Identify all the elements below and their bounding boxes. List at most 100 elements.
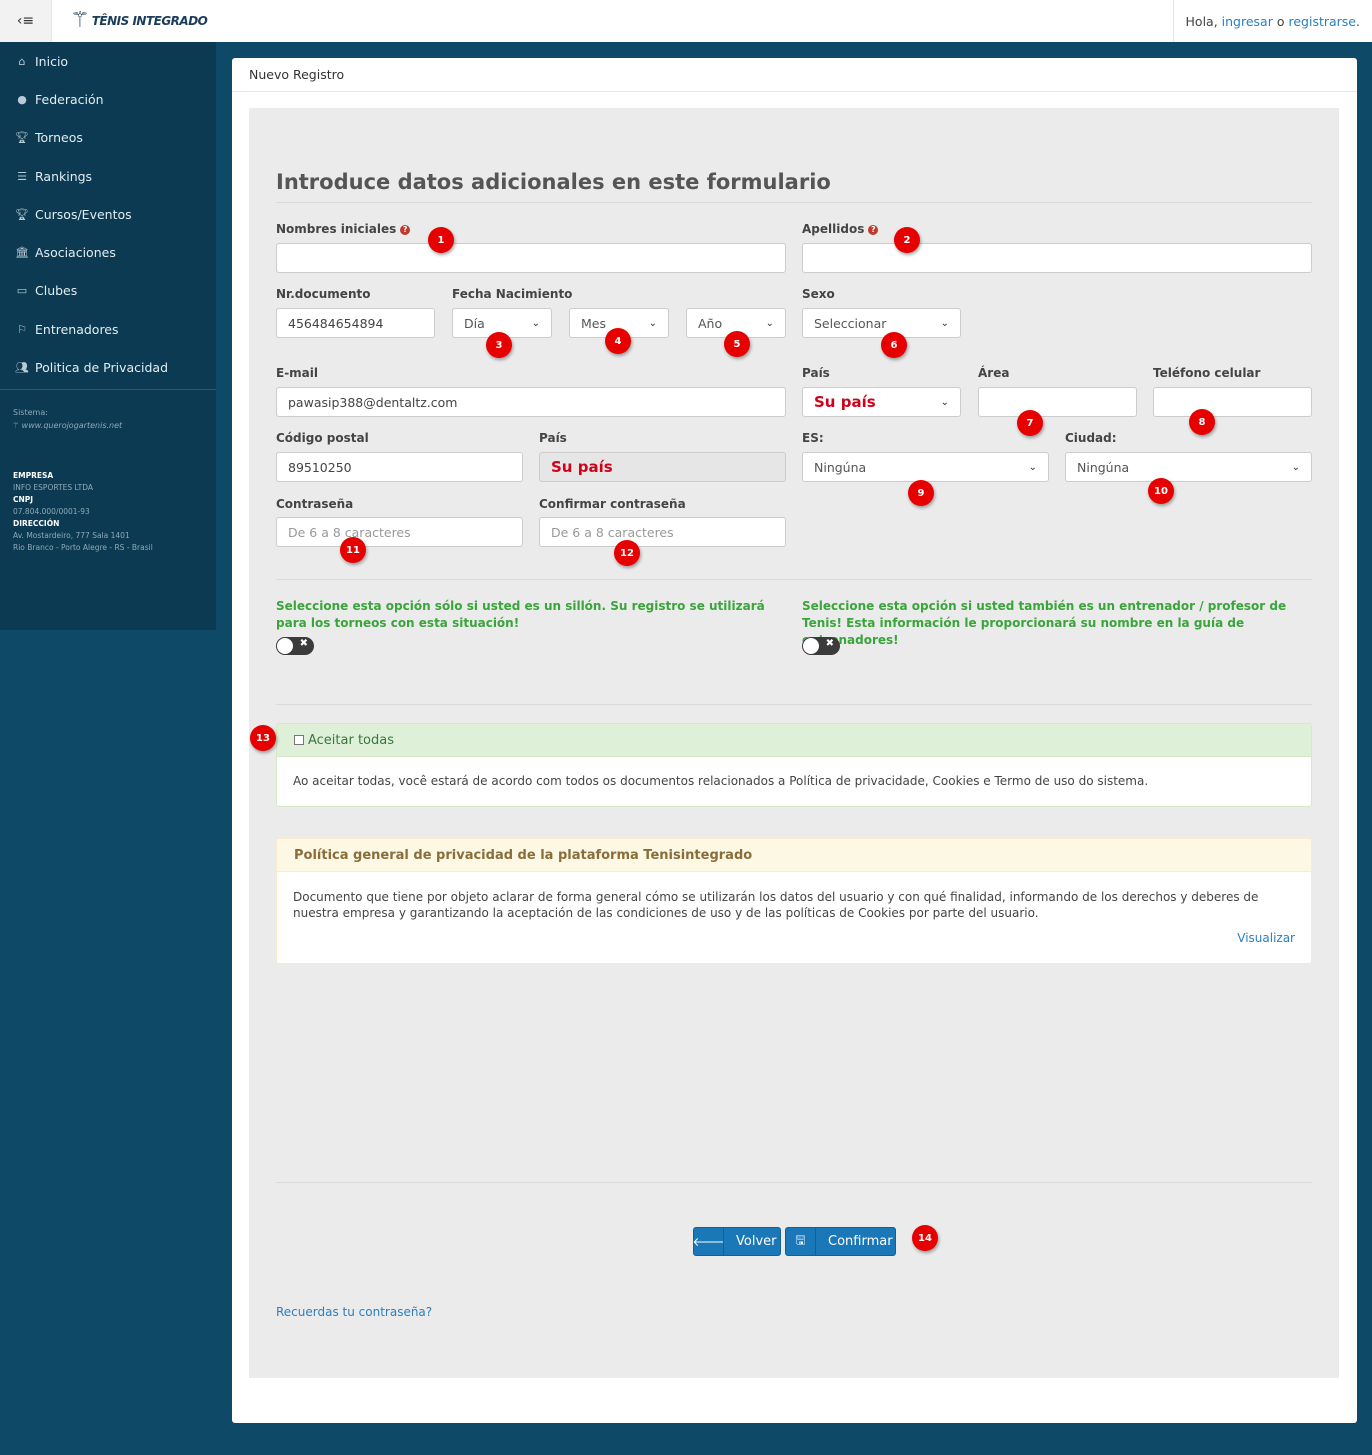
country-select[interactable]: Su país ⌄ [802,387,961,417]
birth-month-value: Mes [581,315,606,331]
sex-value: Seleccionar [814,315,887,331]
sidebar-item-privacidad[interactable]: 👥︎ Politica de Privacidad [0,348,216,386]
annotation-badge: 4 [605,328,631,354]
folder-icon: ▭ [16,284,28,298]
trophy-icon: 🏆︎ [15,131,29,145]
company-info: EMPRESA INFO ESPORTES LTDA CNPJ 07.804.0… [0,430,216,554]
annotation-badge: 9 [908,480,934,506]
menu-icon: ‹≡ [16,13,35,29]
password-input[interactable]: De 6 a 8 caracteres [276,517,523,547]
company-title: EMPRESA [13,470,54,480]
postal-code-input[interactable]: 89510250 [276,452,523,482]
registration-card: Nuevo Registro Introduce datos adicional… [232,58,1357,1423]
view-policy-link[interactable]: Visualizar [1237,931,1295,945]
chevron-down-icon: ⌄ [765,317,774,329]
accept-all-header[interactable]: Aceitar todas [277,724,1311,757]
brand-logo[interactable]: ⚚ TÊNIS INTEGRADO [52,0,216,42]
back-button[interactable]: 🡐 Volver [692,1227,781,1256]
coach-toggle[interactable]: ✖ [802,637,840,655]
system-label: Sistema: [13,407,48,417]
divider [276,202,1312,203]
help-icon[interactable]: ? [868,225,879,235]
city-label: Ciudad: [1065,431,1117,445]
country-value: Su país [814,393,876,411]
trophy-icon: 🏆︎ [15,207,29,221]
last-names-input[interactable] [802,243,1312,273]
sidebar-item-federacion[interactable]: ● Federación [0,80,216,118]
chevron-down-icon: ⌄ [940,317,949,329]
coach-note: Seleccione esta opción si usted también … [802,599,1287,647]
sidebar-item-label: Politica de Privacidad [35,360,169,376]
system-logo: ⚚ www.querojogartenis.net [13,421,203,430]
sidebar-item-entrenadores[interactable]: ⚐ Entrenadores [0,310,216,348]
tennis-player-icon: ⚚ [70,8,90,33]
save-icon: 🖫 [786,1228,816,1255]
cnpj-title: CNPJ [13,494,34,504]
area-input[interactable] [978,387,1137,417]
city-select[interactable]: Ningúna ⌄ [1065,452,1312,482]
postal-code-label: Código postal [276,431,369,445]
annotation-badge: 12 [614,540,640,566]
sex-select[interactable]: Seleccionar ⌄ [802,308,961,338]
privacy-policy-panel: Política general de privacidad de la pla… [276,838,1312,964]
help-icon[interactable]: ? [400,225,411,235]
annotation-badge: 11 [340,537,366,563]
form-heading: Introduce datos adicionales en este form… [276,170,831,194]
annotation-badge: 3 [486,332,512,358]
sidebar-item-label: Rankings [35,168,93,184]
sidebar: ⌂ Inicio ● Federación 🏆︎ Torneos ☰ Rankings … [0,42,216,630]
sidebar-item-label: Torneos [35,130,83,146]
sidebar-item-cursos-eventos[interactable]: 🏆︎ Cursos/Eventos [0,195,216,233]
sidebar-item-label: Clubes [35,283,78,299]
first-names-input[interactable] [276,243,786,273]
cnpj-value: 07.804.000/0001-93 [13,506,90,516]
mobile-label: Teléfono celular [1153,366,1261,380]
document-label: Nr.documento [276,287,371,301]
home-icon: ⌂ [18,54,26,68]
sidebar-item-label: Cursos/Eventos [35,206,132,222]
birth-year-value: Año [698,315,723,331]
arrow-left-icon: 🡐 [692,1228,725,1255]
greeting-text: Hola, [1185,13,1218,29]
state-select[interactable]: Ningúna ⌄ [802,452,1049,482]
country-readonly-value: Su país [551,458,613,476]
annotation-badge: 13 [250,725,276,751]
country-label: País [802,366,830,380]
last-names-label-text: Apellidos [802,222,865,236]
chevron-down-icon: ⌄ [940,396,949,408]
sidebar-toggle-button[interactable]: ‹≡ [0,0,52,42]
divider [276,1182,1312,1183]
sidebar-item-inicio[interactable]: ⌂ Inicio [0,42,216,80]
chevron-down-icon: ⌄ [648,317,657,329]
city-value: Ningúna [1077,459,1130,475]
accept-all-checkbox[interactable] [294,735,304,745]
wheelchair-toggle[interactable]: ✖ [276,637,314,655]
sidebar-item-asociaciones[interactable]: 🏛︎ Asociaciones [0,233,216,271]
sidebar-item-label: Federación [35,91,104,107]
confirm-password-input[interactable]: De 6 a 8 caracteres [539,517,786,547]
sidebar-item-rankings[interactable]: ☰ Rankings [0,157,216,195]
sidebar-item-clubes[interactable]: ▭ Clubes [0,272,216,310]
toggle-knob [803,638,819,654]
or-text: o [1276,13,1285,29]
users-icon: 👥︎ [15,361,29,375]
tennis-player-icon: ⚚ [13,420,19,430]
document-input[interactable]: 456484654894 [276,308,435,338]
address-title: DIRECCIÓN [13,518,60,528]
email-input[interactable]: pawasip388@dentaltz.com [276,387,786,417]
confirm-button[interactable]: 🖫 Confirmar [785,1227,896,1256]
birth-day-value: Día [464,315,485,331]
back-button-label: Volver [736,1234,777,1249]
sidebar-item-torneos[interactable]: 🏆︎ Torneos [0,119,216,157]
sex-label: Sexo [802,287,835,301]
mobile-input[interactable] [1153,387,1312,417]
register-link[interactable]: registrarse [1288,14,1356,29]
accept-all-label: Aceitar todas [308,732,395,748]
annotation-badge: 6 [881,332,907,358]
login-link[interactable]: ingresar [1222,14,1273,29]
card-title: Nuevo Registro [232,58,1357,92]
annotation-badge: 14 [912,1225,938,1251]
chevron-down-icon: ⌄ [1291,461,1300,473]
forgot-password-link[interactable]: Recuerdas tu contraseña? [276,1305,432,1319]
system-info: Sistema: ⚚ www.querojogartenis.net [0,390,216,430]
